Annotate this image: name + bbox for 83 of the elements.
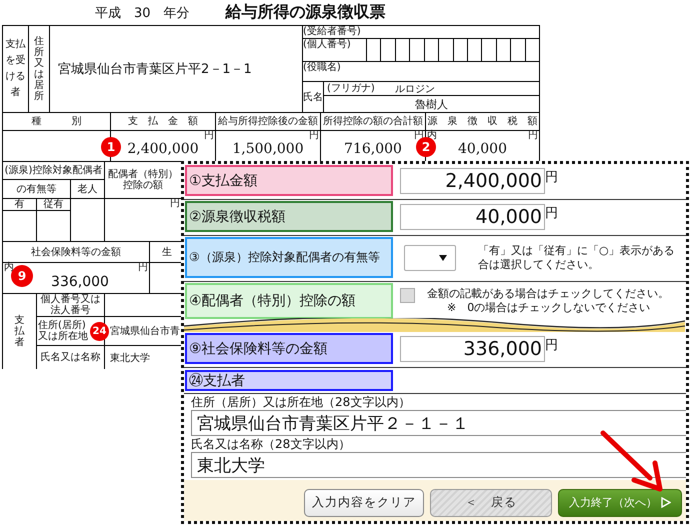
inner-mark: 内 bbox=[4, 263, 14, 273]
digit-box bbox=[439, 39, 452, 61]
field-label: ㉔支払者 bbox=[185, 370, 393, 391]
year-label: 平成 30 年分 bbox=[95, 4, 190, 22]
row-label: 氏名又は名称 bbox=[37, 346, 104, 369]
column-header: 生 bbox=[150, 242, 181, 262]
amount-value: 336,000 bbox=[51, 274, 109, 290]
payer-label: 支払者 bbox=[3, 294, 36, 369]
yen-mark: 円 bbox=[204, 131, 214, 141]
column-header: 給与所得控除後の金額 bbox=[216, 113, 320, 130]
recipient-label: 支払を受ける者 bbox=[3, 26, 28, 112]
address-label: 住所又は居所 bbox=[29, 26, 49, 112]
column-header: 所得控除の額の合計額 bbox=[321, 113, 425, 130]
column-header: 従有 bbox=[37, 199, 70, 210]
hint-text: ※ 0の場合はチェックしないでください bbox=[446, 301, 652, 315]
caret-icon bbox=[439, 254, 447, 260]
field-label: ③（源泉）控除対象配偶者の有無等 bbox=[185, 237, 393, 278]
yen-mark: 円 bbox=[170, 199, 180, 209]
document-title: 給与所得の源泉徴収票 bbox=[226, 2, 386, 23]
column-header: (源泉)控除対象配偶者 bbox=[3, 162, 104, 179]
position-label: (役職名) bbox=[303, 62, 539, 81]
digit-box bbox=[496, 39, 510, 61]
digit-box bbox=[424, 39, 438, 61]
hint-text: 金額の記載がある場合はチェックしてください。 bbox=[427, 287, 669, 301]
hint-text: 合は選択してください。 bbox=[478, 258, 600, 272]
row-label: 住所(居所)又は所在地 bbox=[38, 318, 89, 342]
column-header: の有無等 bbox=[3, 180, 70, 198]
field-label: 住所（居所）又は所在地（28文字以内） bbox=[190, 394, 412, 410]
field-label: ④配偶者（特別）控除の額 bbox=[185, 283, 393, 319]
amount-value: 2,400,000 bbox=[127, 141, 199, 157]
column-header: 有 bbox=[3, 199, 36, 210]
field-label: 氏名又は名称（28文字以内） bbox=[190, 436, 352, 452]
triangle-icon bbox=[661, 497, 671, 508]
column-header: 社会保険料等の金額 bbox=[3, 242, 149, 262]
yen-mark: 円 bbox=[528, 131, 538, 141]
furigana-text: ルロジン bbox=[394, 82, 435, 96]
digit-box bbox=[410, 39, 424, 61]
column-header: 支 払 金 額 bbox=[111, 113, 215, 130]
amount-field[interactable]: 336,000 bbox=[400, 336, 545, 362]
digit-box bbox=[454, 39, 467, 61]
field-label: ⑨社会保険料等の金額 bbox=[185, 333, 393, 364]
amount-value: 40,000 bbox=[458, 141, 507, 157]
unit-label: 円 bbox=[545, 204, 558, 222]
digit-box bbox=[381, 39, 395, 61]
clear-button[interactable]: 入力内容をクリア bbox=[304, 488, 424, 516]
text-field[interactable]: 東北大学 bbox=[191, 452, 686, 478]
column-header: 老人 bbox=[71, 180, 104, 198]
payer-address: 宮城県仙台市青 bbox=[105, 317, 181, 345]
yen-mark: 円 bbox=[309, 131, 319, 141]
number-badge: 24 bbox=[90, 322, 109, 341]
checkbox[interactable] bbox=[400, 288, 415, 302]
name-label: 氏名 bbox=[303, 82, 323, 112]
amount-value: 716,000 bbox=[344, 141, 402, 157]
next-button[interactable]: 入力終了（次へ） bbox=[558, 488, 682, 516]
column-header: 配偶者（特別）控除の額 bbox=[105, 162, 181, 198]
digit-box bbox=[468, 39, 482, 61]
column-header: 種 別 bbox=[3, 113, 110, 130]
field-label: ②源泉徴収税額 bbox=[185, 201, 393, 232]
digit-box bbox=[396, 39, 410, 61]
yen-mark: 円 bbox=[138, 263, 148, 273]
unit-label: 円 bbox=[545, 336, 558, 354]
dropdown[interactable] bbox=[404, 244, 456, 270]
amount-field[interactable]: 40,000 bbox=[400, 204, 545, 230]
digit-box bbox=[482, 39, 496, 61]
address-text: 宮城県仙台市青葉区片平2－1－1 bbox=[50, 26, 302, 112]
recipient-number-label: (受給者番号) bbox=[303, 26, 539, 38]
hint-text: 「有」又は「従有」に「○」表示がある bbox=[478, 244, 675, 258]
amount-value: 1,500,000 bbox=[232, 141, 304, 157]
unit-label: 円 bbox=[545, 168, 558, 186]
digit-box bbox=[526, 39, 539, 61]
back-button[interactable]: ＜ 戻る bbox=[430, 488, 552, 516]
text-field[interactable]: 宮城県仙台市青葉区片平２－１－１ bbox=[191, 410, 686, 436]
digit-box bbox=[367, 39, 380, 61]
amount-field[interactable]: 2,400,000 bbox=[400, 168, 545, 194]
payer-name: 東北大学 bbox=[105, 346, 181, 369]
number-badge: 1 bbox=[101, 137, 121, 157]
furigana-label: (フリガナ) bbox=[327, 83, 375, 94]
digit-box bbox=[511, 39, 525, 61]
personal-number-label: (個人番号) bbox=[303, 39, 366, 61]
column-header: 源 泉 徴 収 税 額 bbox=[426, 113, 539, 130]
row-label: 個人番号又は法人番号 bbox=[37, 294, 104, 316]
field-label: ①支払金額 bbox=[185, 165, 393, 196]
recipient-name: 魯樹人 bbox=[324, 96, 539, 112]
